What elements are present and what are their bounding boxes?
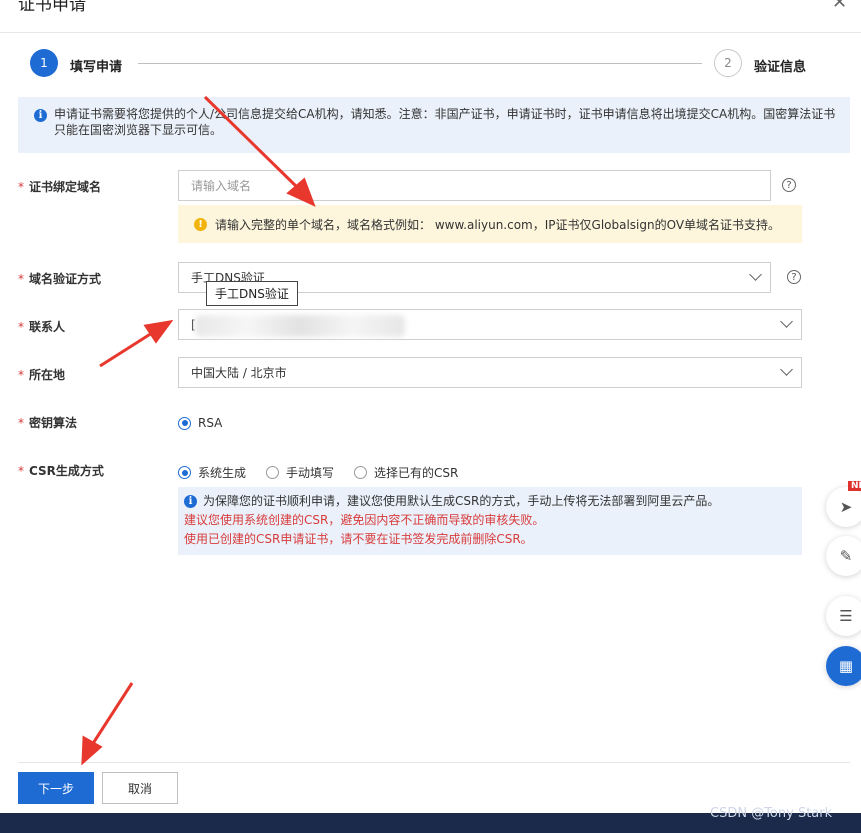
apps-icon[interactable]: ▦ <box>826 646 861 686</box>
annotation-arrow <box>99 331 153 368</box>
close-icon[interactable]: ✕ <box>832 0 847 13</box>
step-2-label: 验证信息 <box>754 60 807 75</box>
domain-warning: ! 请输入完整的单个域名，域名格式例如： www.aliyun.com，IP证书… <box>178 205 802 243</box>
chevron-down-icon <box>780 315 793 328</box>
location-label: * 所在地 <box>18 368 66 382</box>
chevron-down-icon <box>780 363 793 376</box>
edit-icon[interactable]: ✎ <box>826 536 861 576</box>
warning-icon: ! <box>194 217 207 231</box>
location-select[interactable]: 中国大陆 / 北京市 <box>178 357 802 388</box>
chevron-down-icon <box>749 268 762 281</box>
arrow-head <box>81 735 103 766</box>
key-algorithm-label: * 密钥算法 <box>18 416 78 430</box>
dialog-title: 证书申请 <box>18 0 86 15</box>
step-1-indicator: 1 <box>30 49 58 77</box>
domain-warning-text: 请输入完整的单个域名，域名格式例如： www.aliyun.com，IP证书仅G… <box>215 217 781 232</box>
footer-divider <box>18 762 850 763</box>
step-2-indicator: 2 <box>714 49 742 77</box>
domain-input[interactable]: 请输入域名 <box>178 170 771 201</box>
radio-label: RSA <box>198 416 223 430</box>
info-icon: i <box>34 109 47 122</box>
feedback-icon[interactable]: ➤ <box>826 487 861 527</box>
verify-method-tooltip: 手工DNS验证 <box>206 281 298 306</box>
step-1-label: 填写申请 <box>70 60 123 75</box>
radio-indicator[interactable] <box>266 466 280 479</box>
verify-method-label: * 域名验证方式 <box>18 272 102 286</box>
radio-label: 选择已有的CSR <box>374 466 459 480</box>
cancel-button[interactable]: 取消 <box>102 772 178 804</box>
notice-text: 申请证书需要将您提供的个人/公司信息提交给CA机构，请知悉。注意：非国产证书，申… <box>54 107 836 137</box>
annotation-arrow <box>90 682 134 746</box>
radio-indicator[interactable] <box>178 416 191 430</box>
contact-label: * 联系人 <box>18 320 66 334</box>
next-button[interactable]: 下一步 <box>18 772 94 804</box>
radio-indicator[interactable] <box>354 466 368 479</box>
csr-info-box: i 为保障您的证书顺利申请，建议您使用默认生成CSR的方式，手动上传将无法部署到… <box>178 487 802 555</box>
csr-method-label: * CSR生成方式 <box>18 464 104 478</box>
csr-warning-2: 使用已创建的CSR申请证书，请不要在证书签发完成前删除CSR。 <box>184 532 533 546</box>
radio-label: 手动填写 <box>286 466 335 480</box>
csr-method-radio-group: 系统生成 手动填写 选择已有的CSR <box>178 464 478 481</box>
radio-manual[interactable]: 手动填写 <box>266 464 334 481</box>
radio-rsa[interactable]: RSA <box>178 416 222 430</box>
radio-system-generate[interactable]: 系统生成 <box>178 464 246 481</box>
watermark: CSDN @Tony Stark <box>710 806 833 821</box>
chat-icon[interactable]: ☰ <box>826 596 861 636</box>
csr-warning-1: 建议您使用系统创建的CSR，避免因内容不正确而导致的审核失败。 <box>184 513 545 527</box>
radio-label: 系统生成 <box>198 466 247 480</box>
radio-existing-csr[interactable]: 选择已有的CSR <box>354 464 458 481</box>
radio-indicator[interactable] <box>178 466 191 479</box>
step-connector <box>138 63 702 64</box>
csr-info-text: 为保障您的证书顺利申请，建议您使用默认生成CSR的方式，手动上传将无法部署到阿里… <box>203 494 720 508</box>
help-icon[interactable]: ? <box>782 178 796 192</box>
domain-label: * 证书绑定域名 <box>18 180 102 194</box>
redacted-contact <box>195 315 405 337</box>
key-algorithm-radio-group: RSA <box>178 416 242 430</box>
header-divider <box>0 32 861 33</box>
new-badge: NE <box>848 481 861 491</box>
info-icon: i <box>184 495 197 508</box>
location-value: 中国大陆 / 北京市 <box>191 366 287 380</box>
arrow-head <box>143 319 174 344</box>
help-icon[interactable]: ? <box>787 270 801 284</box>
notice-banner: i 申请证书需要将您提供的个人/公司信息提交给CA机构，请知悉。注意：非国产证书… <box>18 97 850 153</box>
